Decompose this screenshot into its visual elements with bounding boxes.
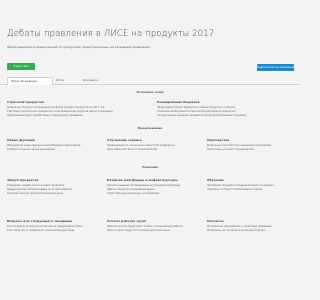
topic-card[interactable]: Развитие платформы и инфраструктуры Прин… <box>107 178 195 196</box>
page-subtitle: Обзор решений и предложений по продуктам… <box>7 45 150 49</box>
new-topic-button[interactable]: Новая тема <box>7 63 35 70</box>
card-line: Предложения будут доработаны к следующем… <box>7 114 84 117</box>
topic-card[interactable]: Улучшение сервиса Предложения по улучшен… <box>107 138 195 152</box>
card-line: Требуется оценка сроков реализации. <box>7 148 56 151</box>
topic-card[interactable]: Обучение Программа обучения сотрудников … <box>207 178 293 192</box>
card-title: Планирование бюджета <box>157 100 200 104</box>
page-title: Дебаты правления в ЛИСЕ на продукты 2017 <box>7 28 215 38</box>
card-title: Обучение <box>207 178 224 182</box>
card-title: Контакты <box>207 219 224 223</box>
card-line: Сбор обратной связи от пользователей. <box>107 148 158 151</box>
card-text: Предложения по улучшению клиентской подд… <box>107 144 195 152</box>
topic-card[interactable]: Планирование бюджета Представлен проект … <box>157 100 293 118</box>
card-text: Принято решение об обновлении внутренней… <box>107 184 195 196</box>
topic-card[interactable]: Партнёрства Возможные партнёрства с внеш… <box>207 138 293 152</box>
topic-card[interactable]: Контакты По вопросам обращайтесь к секре… <box>207 219 293 233</box>
card-title: Стратегия продуктов <box>7 100 44 104</box>
card-text: Представлен проект бюджета на новые прод… <box>157 106 293 118</box>
card-text: Обсуждение новых функций для мобильных п… <box>7 144 95 152</box>
section-title: Основные темы <box>136 90 164 94</box>
card-title: Развитие платформы и инфраструктуры <box>107 178 178 182</box>
card-line: Участники могут предложить дополнительны… <box>7 229 76 232</box>
card-line: Ответственные назначены на заседании. <box>107 192 160 195</box>
card-line: Сроки подачи будут согласованы дополните… <box>107 229 171 232</box>
tab-documents[interactable]: Документы <box>80 77 116 84</box>
card-title: Отчёты рабочих групп <box>107 219 147 223</box>
card-text: Правление обсудило направления развития … <box>7 106 142 118</box>
tab-bar: Обзор обсуждения Итоги Документы <box>0 75 300 85</box>
card-text: Рабочие группы представят отчёты о проде… <box>107 225 195 233</box>
topic-card[interactable]: Отчёты рабочих групп Рабочие группы пред… <box>107 219 195 233</box>
card-line: Подробности будут опубликованы позднее. <box>207 188 263 191</box>
subscribe-button[interactable]: Подписаться на обновления <box>257 64 294 71</box>
tab-results[interactable]: Итоги <box>53 77 77 84</box>
card-title: Новые функции <box>7 138 35 142</box>
card-text: По вопросам обращайтесь к секретарю прав… <box>207 225 293 233</box>
card-text: Список вопросов для рассмотрения на след… <box>7 225 95 233</box>
section-title: Решения <box>142 165 158 169</box>
card-title: Партнёрства <box>207 138 230 142</box>
section-title: Предложения <box>137 126 163 130</box>
page-root: Дебаты правления в ЛИСЕ на продукты 2017… <box>0 0 300 300</box>
card-line: Материалы доступны во внутреннем портале… <box>207 229 266 232</box>
card-title: Вопросы для следующего заседания <box>7 219 73 223</box>
topic-card[interactable]: Новые функции Обсуждение новых функций д… <box>7 138 95 152</box>
tab-overview[interactable]: Обзор обсуждения <box>7 77 53 85</box>
card-line: Подготовка условий сотрудничества. <box>207 148 255 151</box>
card-line: Команды получат дополнительные ресурсы. <box>7 192 64 195</box>
card-line: Окончательное решение ожидается после до… <box>157 114 247 117</box>
card-text: Возможные партнёрства с внешними компани… <box>207 144 293 152</box>
card-title: Запуск продуктов <box>7 178 39 182</box>
topic-card[interactable]: Запуск продуктов Утверждён график запуск… <box>7 178 95 196</box>
card-text: Утверждён график запуска новых продуктов… <box>7 184 95 196</box>
card-title: Улучшение сервиса <box>107 138 142 142</box>
topic-card[interactable]: Стратегия продуктов Правление обсудило н… <box>7 100 142 118</box>
topic-card[interactable]: Вопросы для следующего заседания Список … <box>7 219 95 233</box>
card-text: Программа обучения сотрудников будет рас… <box>207 184 293 192</box>
